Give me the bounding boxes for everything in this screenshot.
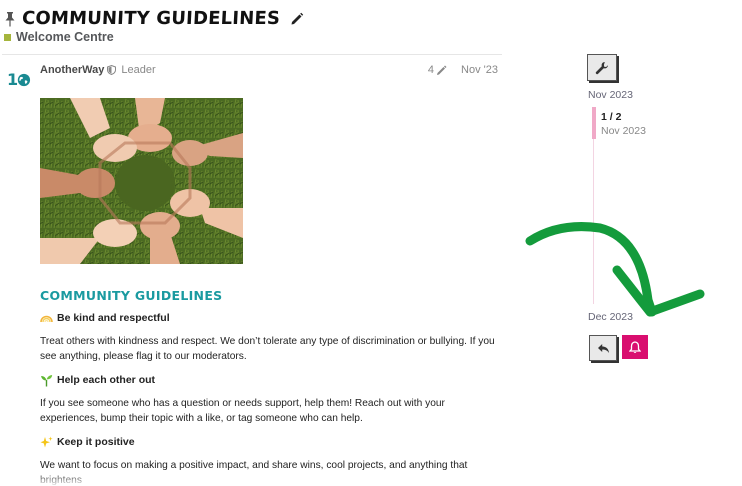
post-content: COMMUNITY GUIDELINES Be kind and respect… — [40, 287, 500, 486]
topic-title-bar: COMMUNITY GUIDELINES — [4, 8, 304, 29]
reply-icon — [597, 343, 609, 353]
topic-title[interactable]: COMMUNITY GUIDELINES — [21, 8, 280, 29]
avatar[interactable]: 1 — [7, 70, 31, 90]
globe-icon — [17, 73, 31, 87]
section-title-text: Help each other out — [57, 373, 156, 386]
section-title: Be kind and respectful — [40, 310, 500, 326]
edit-history-button[interactable]: 4 — [428, 64, 447, 76]
section-title: Keep it positive — [40, 434, 500, 450]
bell-icon — [629, 340, 641, 353]
category-badge[interactable]: Welcome Centre — [4, 30, 114, 44]
content-heading: COMMUNITY GUIDELINES — [40, 288, 223, 303]
admin-wrench-button[interactable] — [587, 54, 617, 81]
pencil-icon[interactable] — [290, 12, 304, 26]
timeline-position: 1 / 2 — [601, 111, 622, 123]
sparkles-icon — [40, 436, 53, 447]
reply-button[interactable] — [589, 335, 617, 361]
section-title-text: Be kind and respectful — [57, 311, 170, 324]
category-label: Welcome Centre — [16, 30, 114, 44]
pin-icon — [5, 11, 15, 26]
section-body: Treat others with kindness and respect. … — [40, 336, 495, 362]
timeline-scroll-handle[interactable] — [592, 107, 596, 139]
shield-icon — [107, 65, 117, 75]
user-title: Leader — [121, 64, 156, 76]
timeline-start-date[interactable]: Nov 2023 — [588, 89, 633, 101]
header-divider — [2, 54, 502, 55]
pencil-icon — [437, 65, 447, 75]
category-color-swatch — [4, 33, 11, 41]
post-username[interactable]: AnotherWay — [40, 64, 104, 76]
topic-page: COMMUNITY GUIDELINES Welcome Centre 1 An… — [0, 0, 742, 486]
rainbow-icon — [40, 315, 53, 322]
hands-photo — [40, 98, 243, 264]
wrench-icon — [595, 61, 608, 74]
section-body: If you see someone who has a question or… — [40, 398, 445, 424]
edit-count: 4 — [427, 64, 435, 76]
section-title-text: Keep it positive — [57, 435, 135, 448]
post-meta: AnotherWay Leader 4 Nov '23 — [40, 63, 498, 77]
post-image[interactable] — [40, 98, 243, 264]
timeline-position-date: Nov 2023 — [601, 125, 646, 137]
timeline-end-date[interactable]: Dec 2023 — [588, 311, 633, 323]
section-title: Help each other out — [40, 372, 500, 388]
post-date[interactable]: Nov '23 — [461, 64, 498, 76]
notification-bell-button[interactable] — [622, 335, 648, 359]
seedling-icon — [41, 374, 53, 386]
bottom-fade — [0, 472, 742, 486]
